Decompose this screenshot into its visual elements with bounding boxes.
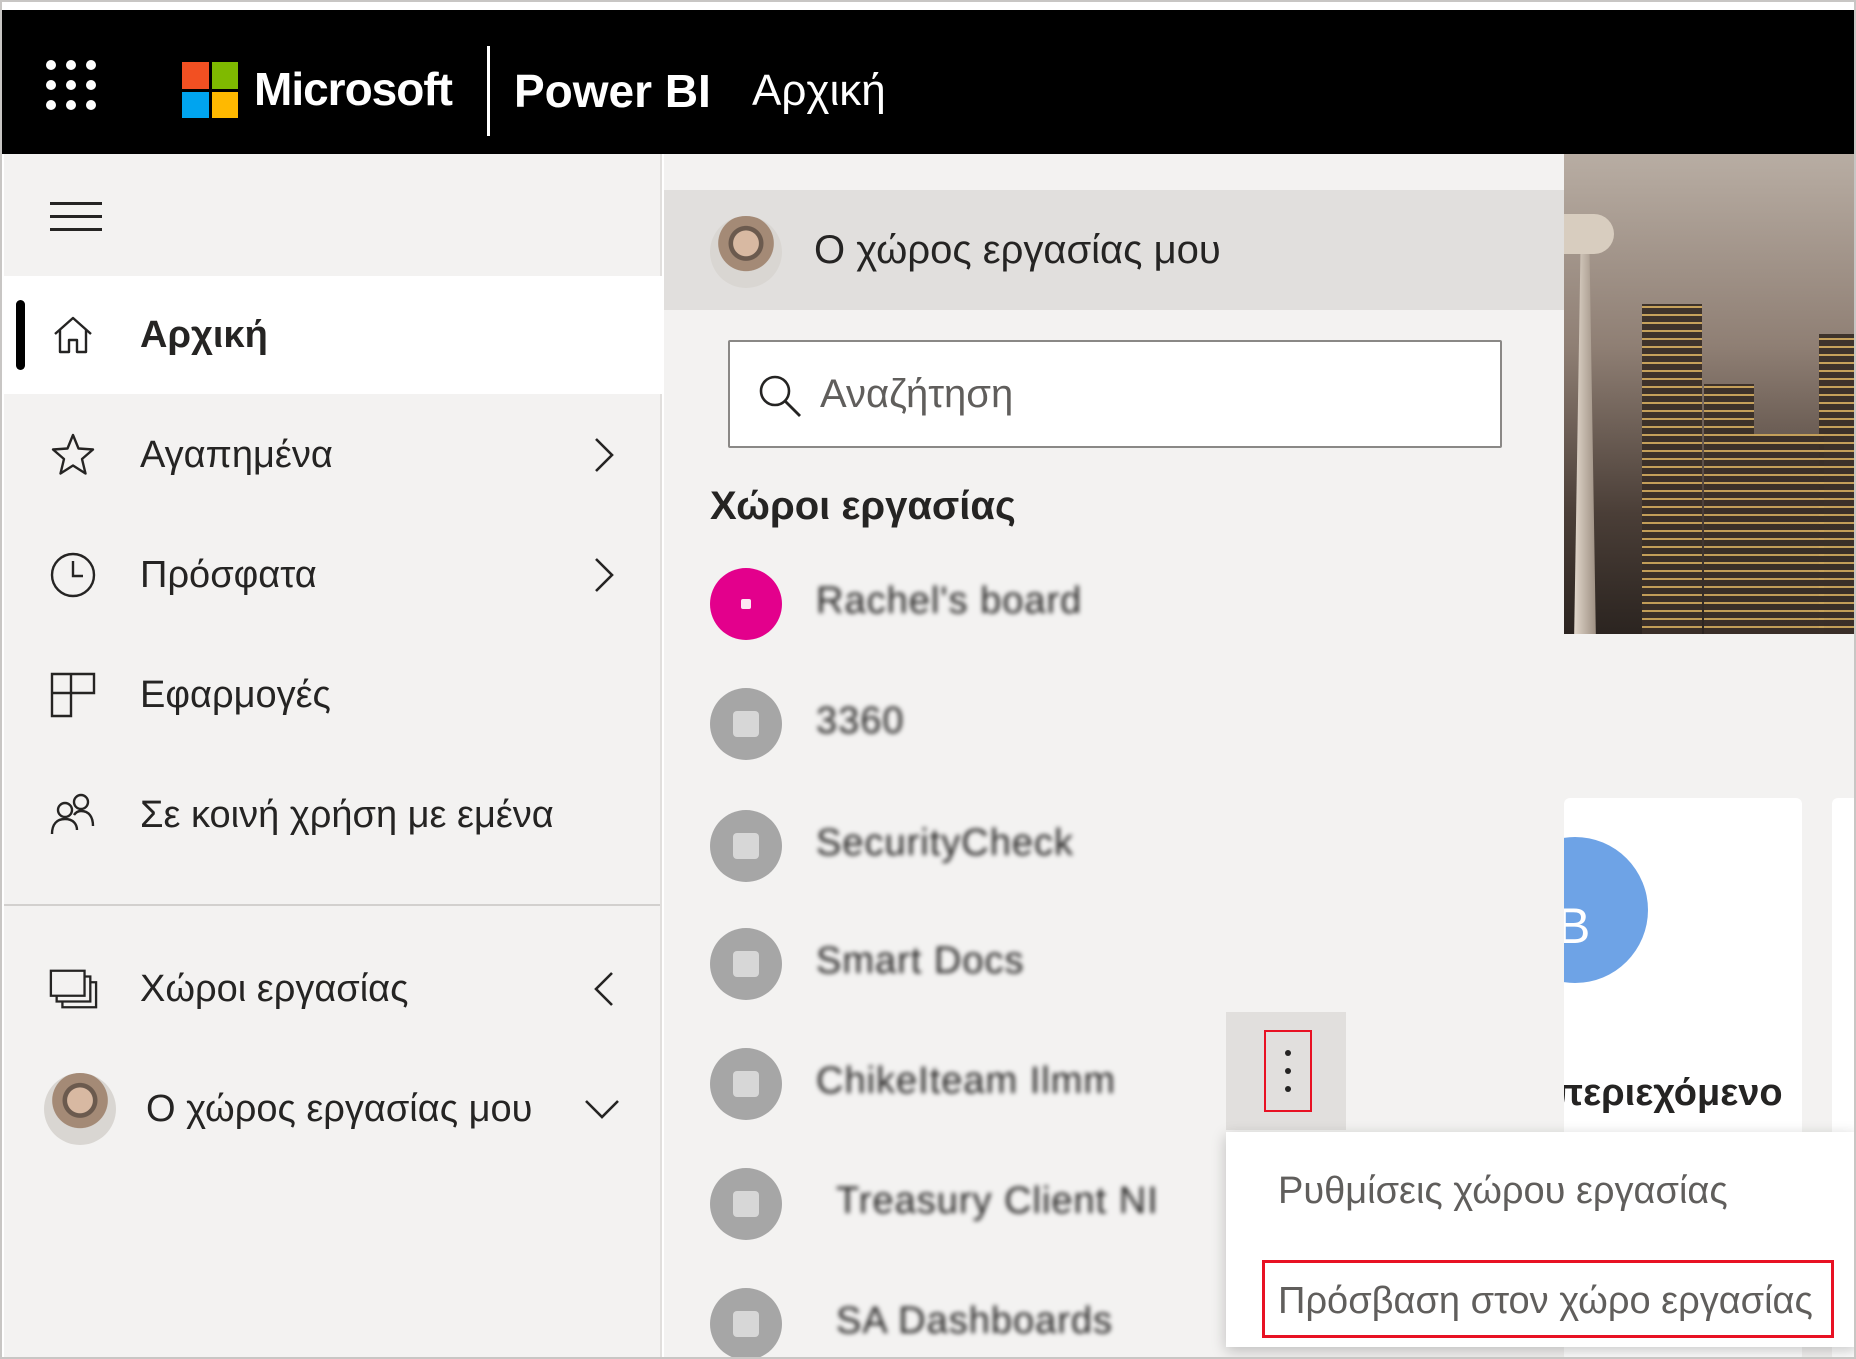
nav-label: Πρόσφατα — [140, 553, 317, 596]
app-window: Microsoft Power BI Αρχική Αρχική Αγαπημέ… — [0, 0, 1856, 1359]
workspace-icon — [710, 1288, 782, 1357]
workspace-name: 3360 — [816, 700, 905, 742]
menu-item-workspace-settings[interactable]: Ρυθμίσεις χώρου εργασίας — [1278, 1170, 1728, 1213]
search-icon — [756, 372, 804, 420]
hamburger-menu-icon[interactable] — [50, 202, 102, 232]
microsoft-logo-icon — [182, 62, 238, 118]
nav-item-apps[interactable]: Εφαρμογές — [4, 636, 662, 754]
chevron-left-icon[interactable] — [589, 969, 619, 1009]
nav-label: Σε κοινή χρήση με εμένα — [140, 793, 554, 836]
nav-item-recent[interactable]: Πρόσφατα — [4, 516, 662, 634]
workspace-icon — [710, 688, 782, 760]
menu-item-workspace-access[interactable]: Πρόσβαση στον χώρο εργασίας — [1278, 1280, 1813, 1323]
avatar — [44, 1073, 116, 1145]
nav-label: Αγαπημένα — [140, 433, 333, 476]
clock-icon — [48, 550, 98, 600]
workspace-name: SA Dashboards — [836, 1300, 1114, 1342]
page-title: Αρχική — [752, 66, 886, 115]
workspace-icon — [710, 1048, 782, 1120]
workspace-item[interactable]: Smart Docs — [664, 914, 1564, 1014]
workspace-name: Rachel's board — [816, 580, 1083, 622]
nav-item-shared[interactable]: Σε κοινή χρήση με εμένα — [4, 756, 662, 874]
shared-icon — [48, 790, 98, 840]
chevron-right-icon[interactable] — [589, 435, 619, 475]
workspace-icon — [710, 810, 782, 882]
chevron-right-icon[interactable] — [589, 555, 619, 595]
home-icon — [48, 310, 98, 360]
workspace-icon — [710, 928, 782, 1000]
workspaces-icon — [48, 964, 98, 1014]
nav-label: Ο χώρος εργασίας μου — [146, 1087, 533, 1130]
workspace-item[interactable]: SecurityCheck — [664, 796, 1564, 896]
search-box[interactable] — [728, 340, 1502, 448]
workspace-name: Smart Docs — [816, 940, 1025, 982]
nav-item-favorites[interactable]: Αγαπημένα — [4, 396, 662, 514]
my-workspace-header[interactable]: Ο χώρος εργασίας μου — [664, 190, 1564, 310]
app-launcher-icon[interactable] — [46, 60, 98, 112]
apps-icon — [48, 670, 98, 720]
my-workspace-title: Ο χώρος εργασίας μου — [814, 228, 1221, 272]
top-bar: Microsoft Power BI Αρχική — [2, 10, 1854, 154]
nav-item-workspaces[interactable]: Χώροι εργασίας — [4, 930, 662, 1048]
workspace-name: ChikeIteam Ilmm — [816, 1060, 1117, 1102]
workspace-name: Treasury Client NI — [836, 1180, 1159, 1222]
nav-label: Εφαρμογές — [140, 673, 331, 716]
search-input[interactable] — [820, 362, 1480, 426]
workspaces-section-title: Χώροι εργασίας — [710, 484, 1016, 528]
star-icon — [48, 430, 98, 480]
nav-item-my-workspace[interactable]: Ο χώρος εργασίας μου — [4, 1050, 662, 1168]
more-vertical-icon — [1264, 1030, 1312, 1112]
nav-label: Αρχική — [140, 313, 268, 356]
avatar — [710, 216, 782, 288]
nav-divider — [4, 904, 660, 906]
workspace-name: SecurityCheck — [816, 822, 1074, 864]
workspace-icon — [710, 1168, 782, 1240]
more-options-button[interactable] — [1226, 1012, 1346, 1130]
brand-name[interactable]: Microsoft — [254, 62, 453, 116]
header-divider — [487, 46, 490, 136]
nav-item-home[interactable]: Αρχική — [4, 276, 662, 394]
chevron-down-icon[interactable] — [582, 1089, 622, 1129]
nav-label: Χώροι εργασίας — [140, 967, 409, 1010]
workspace-icon — [710, 568, 782, 640]
left-navigation: Αρχική Αγαπημένα Πρόσφατα Εφαρμογές Σε κ… — [4, 154, 662, 1357]
workspace-item[interactable]: ChikeIteam Ilmm — [664, 1034, 1564, 1134]
hero-image — [1564, 154, 1854, 634]
app-name[interactable]: Power BI — [514, 64, 711, 118]
workspace-context-menu: Ρυθμίσεις χώρου εργασίας Πρόσβαση στον χ… — [1226, 1132, 1854, 1347]
workspace-item[interactable]: Rachel's board — [664, 554, 1564, 654]
card-avatar-letter: B — [1564, 897, 1590, 955]
workspace-item[interactable]: 3360 — [664, 674, 1564, 774]
card-label: περιεχόμενο — [1564, 1072, 1783, 1114]
